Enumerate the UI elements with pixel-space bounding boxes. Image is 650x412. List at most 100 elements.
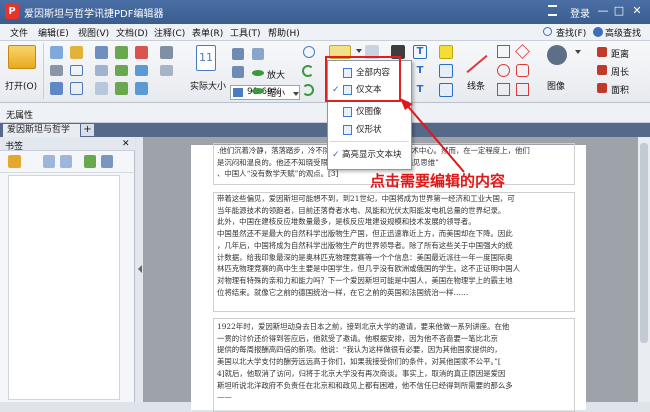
close-button[interactable]: ✕: [630, 4, 644, 18]
email-icon[interactable]: [50, 82, 63, 95]
bookmark-list[interactable]: [8, 175, 120, 400]
menu-document[interactable]: 文档(D): [116, 26, 148, 39]
prev-page-icon[interactable]: [115, 65, 128, 76]
camera-icon[interactable]: [160, 46, 173, 59]
actual-size-label[interactable]: 实际大小: [190, 79, 226, 92]
paragraph-3[interactable]: 1922年时，爱因斯坦动身去日本之前，接到北京大学的邀请，要来他做一系列讲座。在…: [217, 321, 513, 403]
fit-width-icon[interactable]: [232, 48, 244, 60]
next-page-icon[interactable]: [115, 82, 128, 95]
expand-bookmark-icon[interactable]: [101, 155, 113, 168]
fit-page-icon[interactable]: [135, 82, 148, 95]
fit-visible-icon[interactable]: [232, 66, 244, 78]
perimeter-label[interactable]: 周长: [611, 65, 629, 78]
stamp-dropdown-icon[interactable]: [575, 50, 581, 54]
menu-item-label: 高亮显示文本块: [342, 150, 402, 160]
hand-tool-icon[interactable]: [95, 46, 108, 59]
checkmark-icon: ✓: [332, 150, 340, 160]
image-tool-label[interactable]: 图像: [547, 79, 565, 92]
open-small-icon[interactable]: [70, 46, 83, 59]
undo-icon[interactable]: [70, 65, 83, 76]
tab-document[interactable]: 爱因斯坦与哲学: [3, 124, 80, 137]
rotate-left-icon[interactable]: [302, 65, 314, 77]
add-bookmark-icon[interactable]: [43, 155, 55, 168]
new-bookmark-icon[interactable]: [84, 155, 96, 168]
vertical-scrollbar[interactable]: [638, 137, 650, 402]
line-tool-label[interactable]: 线条: [467, 79, 485, 92]
shape-only-icon: [343, 125, 352, 135]
magnifier-icon[interactable]: [303, 46, 315, 58]
paragraph-2[interactable]: 带着这些偏见，爱因斯坦可能想不到，到21世纪，中国将成为世界第一经济和工业大国，…: [217, 193, 520, 298]
scrollbar-thumb[interactable]: [640, 143, 648, 343]
find-button[interactable]: 查找(F): [556, 26, 586, 39]
underline-icon[interactable]: T: [413, 83, 427, 97]
perimeter-icon[interactable]: [597, 65, 607, 75]
menu-tools[interactable]: 工具(T): [230, 26, 261, 39]
new-tab-button[interactable]: +: [81, 124, 94, 136]
advanced-search-icon: [593, 27, 603, 37]
open-button-label[interactable]: 打开(O): [5, 79, 37, 92]
rotate-icon[interactable]: [135, 65, 148, 76]
menu-edit[interactable]: 编辑(E): [38, 26, 69, 39]
crop-icon[interactable]: [160, 65, 173, 76]
window-title: 爱因斯坦与哲学讯捷PDF编辑器: [24, 9, 164, 20]
document-tab-bar: 爱因斯坦与哲学 +: [0, 123, 650, 137]
ellipse-icon[interactable]: [497, 64, 510, 77]
login-button[interactable]: 登录: [570, 5, 590, 20]
highlight-box: [325, 56, 401, 102]
redo-icon[interactable]: [70, 82, 83, 95]
area-icon[interactable]: [597, 83, 607, 93]
maximize-button[interactable]: □: [612, 4, 626, 18]
strikeout-icon[interactable]: T: [413, 64, 427, 78]
callout-icon[interactable]: [439, 83, 453, 97]
menu-item-label: 仅图像: [356, 107, 382, 117]
zoom-out-label[interactable]: 缩小: [267, 86, 285, 99]
search-icon: [543, 27, 552, 36]
distance-label[interactable]: 距离: [611, 47, 629, 60]
print-icon[interactable]: [50, 65, 63, 76]
chevron-down-icon[interactable]: [293, 92, 299, 96]
pentagon-icon[interactable]: [516, 64, 529, 77]
cloud-icon[interactable]: [497, 83, 510, 96]
minimize-button[interactable]: —: [596, 4, 610, 18]
menu-icon[interactable]: [548, 5, 557, 16]
rectangle-icon[interactable]: [497, 45, 510, 58]
zoom-out-minus-icon[interactable]: [252, 88, 264, 94]
actual-size-icon[interactable]: 11: [196, 45, 216, 71]
note-icon[interactable]: [439, 45, 453, 59]
delete-bookmark-icon[interactable]: [60, 155, 72, 168]
close-icon[interactable]: ✕: [122, 139, 130, 149]
stamp-icon[interactable]: [547, 45, 567, 65]
settings-icon[interactable]: [8, 155, 21, 168]
stop-icon[interactable]: [135, 46, 148, 59]
menu-form[interactable]: 表单(R): [192, 26, 223, 39]
zoom-in-label[interactable]: 放大: [267, 68, 285, 81]
advanced-find-button[interactable]: 高级查找: [605, 26, 641, 39]
menu-view[interactable]: 视图(V): [78, 26, 109, 39]
property-status: 无属性: [6, 111, 34, 121]
distance-icon[interactable]: [597, 47, 607, 57]
polyline-icon[interactable]: [516, 83, 529, 96]
rotate-right-icon[interactable]: [302, 84, 314, 96]
single-page-icon[interactable]: [252, 48, 264, 60]
bookmark-panel-header: 书签 ✕: [0, 137, 135, 152]
edit-content-dropdown-icon[interactable]: [356, 49, 362, 53]
textbox-icon[interactable]: [439, 64, 453, 78]
menu-help[interactable]: 帮助(H): [268, 26, 300, 39]
line-icon[interactable]: [466, 54, 488, 74]
panel-splitter[interactable]: [136, 137, 143, 402]
menu-bar: 文件 编辑(E) 视图(V) 文档(D) 注释(C) 表单(R) 工具(T) 帮…: [0, 24, 650, 41]
polygon-icon[interactable]: [515, 44, 530, 59]
snapshot-icon[interactable]: [95, 82, 108, 95]
zoom-page-icon: [233, 88, 243, 97]
first-page-icon[interactable]: [115, 46, 128, 59]
save-icon[interactable]: [50, 46, 63, 59]
open-folder-icon[interactable]: [8, 45, 36, 69]
select-text-icon[interactable]: [95, 65, 108, 76]
menu-comment[interactable]: 注释(C): [154, 26, 185, 39]
zoom-in-plus-icon[interactable]: [252, 70, 264, 76]
property-bar: 无属性: [0, 103, 650, 123]
area-label[interactable]: 面积: [611, 83, 629, 96]
menu-file[interactable]: 文件: [10, 26, 28, 39]
typewriter-icon[interactable]: T: [413, 45, 427, 59]
collapse-arrow-icon[interactable]: [138, 265, 142, 273]
